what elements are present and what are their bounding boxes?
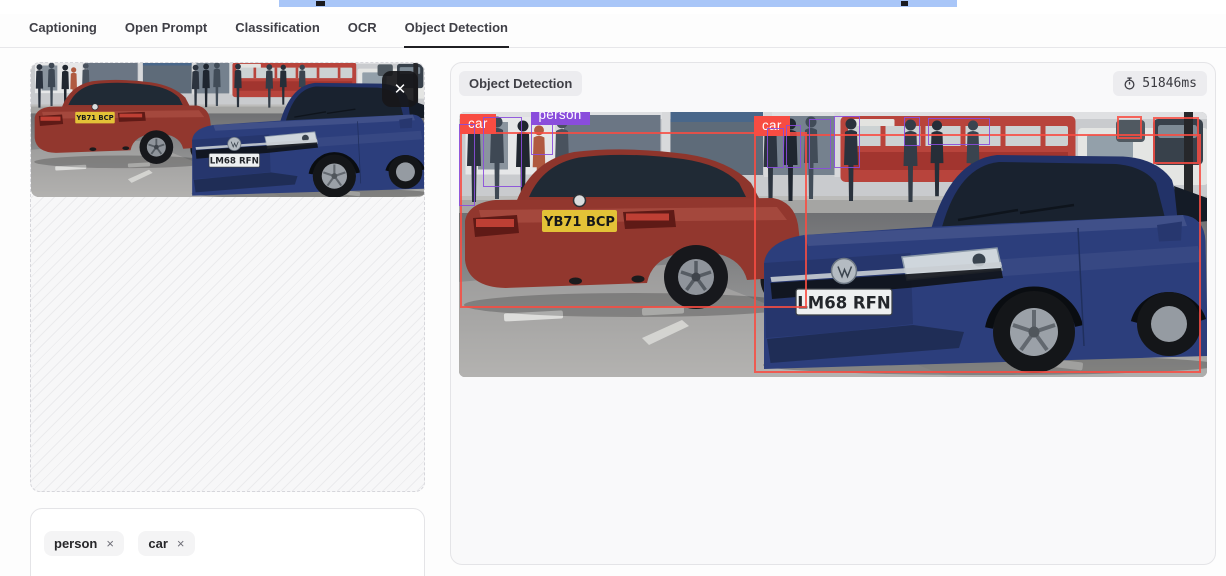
tab-object-detection[interactable]: Object Detection — [403, 14, 509, 48]
result-title-badge: Object Detection — [459, 71, 583, 96]
uploaded-image — [31, 63, 425, 197]
clipped-text-fragment — [901, 1, 908, 6]
detection-box-car — [1117, 116, 1142, 139]
duration-text: 51846ms — [1142, 76, 1197, 91]
result-card: Object Detection 51846ms car car person — [450, 62, 1216, 565]
detection-box-person — [834, 116, 860, 168]
tab-open-prompt[interactable]: Open Prompt — [124, 14, 208, 47]
timing-badge: 51846ms — [1113, 71, 1207, 96]
top-strip — [0, 0, 1226, 14]
label-chip-person: person × — [44, 531, 124, 556]
remove-tag-icon[interactable]: × — [106, 536, 114, 551]
tab-bar: Captioning Open Prompt Classification OC… — [0, 14, 1226, 48]
chip-label: car — [148, 536, 168, 551]
result-card-header: Object Detection 51846ms — [459, 71, 1207, 96]
tab-classification[interactable]: Classification — [234, 14, 321, 47]
detection-box-person — [483, 117, 522, 187]
input-column: ✕ person × car × — [30, 62, 425, 576]
labels-input-card[interactable]: person × car × — [30, 508, 425, 576]
chip-label: person — [54, 536, 98, 551]
close-icon: ✕ — [393, 80, 407, 98]
clipped-text-fragment — [316, 1, 325, 6]
image-dropzone[interactable]: ✕ — [30, 62, 425, 492]
detection-box-car — [1153, 117, 1199, 164]
detection-overlay: car car person — [459, 112, 1207, 377]
tab-captioning[interactable]: Captioning — [28, 14, 98, 47]
remove-image-button[interactable]: ✕ — [382, 71, 418, 107]
detection-box-person: person — [530, 112, 590, 155]
detection-class-label: person — [530, 112, 590, 125]
detection-box-car: car — [754, 115, 1201, 373]
uploaded-image-thumbnail: ✕ — [31, 63, 425, 197]
content: ✕ person × car × Object Detection 51846m… — [0, 48, 1226, 576]
detection-result-image: car car person — [459, 112, 1207, 377]
detection-box-person — [786, 125, 801, 168]
detection-box-person — [459, 124, 475, 206]
text-selection-highlight — [279, 0, 957, 7]
stopwatch-icon — [1124, 77, 1135, 90]
label-chip-car: car × — [138, 531, 195, 556]
tab-ocr[interactable]: OCR — [347, 14, 378, 47]
detection-box-person — [904, 117, 920, 146]
detection-box-person — [767, 128, 784, 168]
app-root: Captioning Open Prompt Classification OC… — [0, 0, 1226, 576]
detection-box-person — [928, 118, 990, 145]
detection-box-person — [809, 119, 831, 169]
remove-tag-icon[interactable]: × — [177, 536, 185, 551]
